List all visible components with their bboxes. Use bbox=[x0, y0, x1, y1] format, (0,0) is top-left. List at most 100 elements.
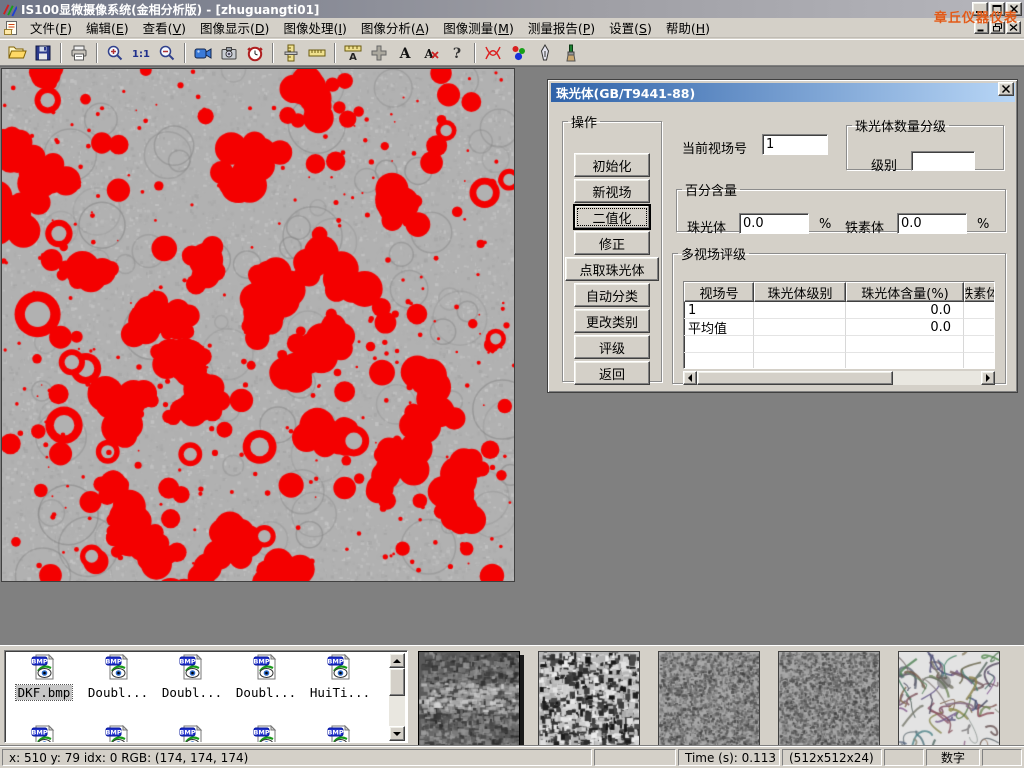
scroll-down-button[interactable] bbox=[389, 726, 405, 741]
file-item-partial[interactable]: BMP bbox=[81, 725, 155, 743]
actual-size-button[interactable]: 1:1 bbox=[128, 41, 154, 65]
file-list-scrollbar[interactable] bbox=[389, 653, 405, 741]
thumbnail-preview[interactable] bbox=[538, 651, 640, 746]
file-item[interactable]: BMPDoubl... bbox=[229, 654, 303, 700]
file-item[interactable]: BMP Doubl... bbox=[155, 654, 229, 700]
minimize-button[interactable] bbox=[972, 2, 988, 16]
table-row[interactable] bbox=[684, 353, 995, 369]
file-item[interactable]: BMPDoubl... bbox=[81, 654, 155, 700]
thumbnail-preview[interactable] bbox=[778, 651, 880, 746]
maximize-button[interactable] bbox=[989, 2, 1005, 16]
open-button[interactable] bbox=[4, 41, 30, 65]
menu-item[interactable]: 文件(F) bbox=[23, 16, 79, 39]
file-item[interactable]: BMPDKF.bmp bbox=[7, 654, 81, 700]
text-button[interactable]: A bbox=[392, 41, 418, 65]
scrollbar-thumb[interactable] bbox=[697, 371, 893, 385]
menu-item[interactable]: 图像处理(I) bbox=[276, 16, 353, 39]
brush-tool-button[interactable] bbox=[558, 41, 584, 65]
scroll-right-button[interactable] bbox=[981, 371, 995, 385]
save-icon bbox=[33, 43, 53, 63]
op-button-修正[interactable]: 修正 bbox=[574, 231, 650, 255]
status-panel-empty bbox=[982, 749, 1022, 766]
level-input[interactable] bbox=[911, 151, 975, 171]
file-item-partial[interactable]: BMP bbox=[7, 725, 81, 743]
ferrite-percent-input[interactable] bbox=[897, 213, 967, 234]
photo-camera-button[interactable] bbox=[216, 41, 242, 65]
op-button-自动分类[interactable]: 自动分类 bbox=[574, 283, 650, 307]
table-horizontal-scrollbar[interactable] bbox=[683, 371, 995, 385]
menu-item[interactable]: 帮助(H) bbox=[659, 16, 717, 39]
thumbnail-preview[interactable] bbox=[658, 651, 760, 746]
scroll-left-button[interactable] bbox=[683, 371, 697, 385]
mdi-close-button[interactable] bbox=[1006, 21, 1021, 34]
file-name: HuiTi... bbox=[308, 685, 372, 700]
classify-balls-button[interactable] bbox=[506, 41, 532, 65]
menu-item[interactable]: 查看(V) bbox=[136, 16, 193, 39]
metallograph-image[interactable] bbox=[1, 68, 515, 582]
thumbnail-preview[interactable] bbox=[898, 651, 1000, 746]
menu-item[interactable]: 图像测量(M) bbox=[436, 16, 521, 39]
table-row[interactable]: 10.0 bbox=[684, 302, 995, 319]
current-field-input[interactable] bbox=[762, 134, 828, 155]
zoom-in-button[interactable] bbox=[102, 41, 128, 65]
table-cell bbox=[964, 319, 995, 336]
op-button-更改类别[interactable]: 更改类别 bbox=[574, 309, 650, 333]
menu-item[interactable]: 图像分析(A) bbox=[354, 16, 436, 39]
measure-font-button[interactable]: A bbox=[340, 41, 366, 65]
table-row[interactable] bbox=[684, 336, 995, 353]
svg-text:BMP: BMP bbox=[179, 658, 195, 666]
curve-tool-button[interactable] bbox=[480, 41, 506, 65]
pearlite-percent-input[interactable] bbox=[739, 213, 809, 234]
table-row[interactable]: 平均值0.0 bbox=[684, 319, 995, 336]
mdi-restore-button[interactable] bbox=[990, 21, 1005, 34]
print-button[interactable] bbox=[66, 41, 92, 65]
op-button-二值化[interactable]: 二值化 bbox=[574, 205, 650, 229]
save-button[interactable] bbox=[30, 41, 56, 65]
svg-text:?: ? bbox=[453, 46, 461, 62]
video-camera-button[interactable] bbox=[190, 41, 216, 65]
file-list: BMPDKF.bmpBMPDoubl...BMPDoubl...BMPDoubl… bbox=[4, 650, 408, 743]
file-item[interactable]: BMPHuiTi... bbox=[303, 654, 377, 700]
dialog-title-bar[interactable]: 珠光体(GB/T9441-88) bbox=[551, 83, 1015, 102]
menu-item[interactable]: 测量报告(P) bbox=[521, 16, 602, 39]
op-button-返回[interactable]: 返回 bbox=[574, 361, 650, 385]
svg-text:A: A bbox=[399, 46, 412, 62]
text-icon: A bbox=[395, 43, 415, 63]
thumbnail-preview[interactable] bbox=[418, 651, 520, 746]
file-name: Doubl... bbox=[160, 685, 224, 700]
delete-text-button[interactable]: A bbox=[418, 41, 444, 65]
help-button[interactable]: ? bbox=[444, 41, 470, 65]
merge-cells-button[interactable] bbox=[366, 41, 392, 65]
caliper-button[interactable] bbox=[278, 41, 304, 65]
grading-table-body: 10.0平均值0.0 bbox=[684, 302, 994, 369]
dialog-close-button[interactable] bbox=[998, 82, 1014, 96]
grading-label: 珠光体数量分级 bbox=[852, 116, 949, 135]
scrollbar-thumb[interactable] bbox=[389, 668, 405, 696]
timer-button[interactable] bbox=[242, 41, 268, 65]
table-cell bbox=[846, 353, 964, 369]
file-item-partial[interactable]: BMP bbox=[229, 725, 303, 743]
toolbar-separator bbox=[60, 43, 62, 63]
zoom-out-button[interactable] bbox=[154, 41, 180, 65]
bmp-file-icon: BMP bbox=[326, 654, 354, 684]
menu-item[interactable]: 编辑(E) bbox=[79, 16, 136, 39]
op-button-初始化[interactable]: 初始化 bbox=[574, 153, 650, 177]
bmp-file-icon: BMP bbox=[252, 725, 280, 743]
menu-item[interactable]: 设置(S) bbox=[602, 16, 659, 39]
mdi-minimize-button[interactable] bbox=[974, 21, 989, 34]
op-button-点取珠光体[interactable]: 点取珠光体 bbox=[565, 257, 659, 281]
op-button-评级[interactable]: 评级 bbox=[574, 335, 650, 359]
file-item-partial[interactable]: BMP bbox=[155, 725, 229, 743]
op-button-新视场[interactable]: 新视场 bbox=[574, 179, 650, 203]
pen-tool-button[interactable] bbox=[532, 41, 558, 65]
menu-item[interactable]: 图像显示(D) bbox=[193, 16, 276, 39]
bmp-file-icon: BMP bbox=[178, 725, 206, 743]
ruler-button[interactable] bbox=[304, 41, 330, 65]
close-button[interactable] bbox=[1006, 2, 1022, 16]
operations-group: 操作 初始化新视场二值化修正点取珠光体自动分类更改类别评级返回 bbox=[562, 112, 662, 382]
scrollbar-track[interactable] bbox=[893, 371, 981, 385]
file-item-partial[interactable]: BMP bbox=[303, 725, 377, 743]
grading-group: 珠光体数量分级 级别 bbox=[846, 116, 1004, 170]
table-cell: 1 bbox=[684, 302, 754, 319]
scroll-up-button[interactable] bbox=[389, 653, 405, 668]
